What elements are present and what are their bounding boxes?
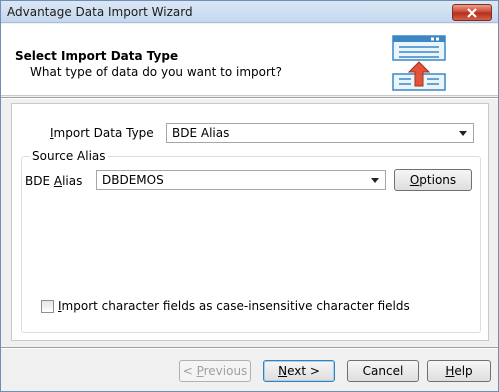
close-icon [467, 8, 477, 18]
import-type-value: BDE Alias [172, 126, 230, 140]
title-bar[interactable]: Advantage Data Import Wizard [1, 1, 498, 23]
page-subtitle: What type of data do you want to import? [30, 65, 282, 79]
source-alias-legend: Source Alias [30, 149, 108, 163]
options-button[interactable]: Options [394, 169, 472, 191]
import-table-icon [392, 35, 446, 91]
bde-alias-select[interactable]: DBDEMOS [96, 170, 386, 190]
bde-alias-label: BDE Alias [25, 174, 83, 188]
wizard-content: Import Data Type BDE Alias Source Alias … [11, 103, 489, 341]
page-title: Select Import Data Type [15, 49, 179, 63]
wizard-header: Select Import Data Type What type of dat… [1, 24, 498, 96]
chevron-down-icon[interactable] [371, 178, 379, 183]
import-type-select[interactable]: BDE Alias [166, 123, 474, 143]
chevron-down-icon[interactable] [459, 131, 467, 136]
previous-button[interactable]: < Previous [179, 360, 251, 382]
next-button[interactable]: Next > [263, 360, 335, 382]
cancel-button[interactable]: Cancel [347, 360, 419, 382]
import-type-label: Import Data Type [50, 126, 154, 140]
case-insensitive-label[interactable]: Import character fields as case-insensit… [58, 299, 410, 313]
help-button[interactable]: Help [427, 360, 491, 382]
wizard-window: Advantage Data Import Wizard Select Impo… [0, 0, 499, 392]
window-title: Advantage Data Import Wizard [7, 5, 193, 19]
close-button[interactable] [452, 4, 492, 21]
header-separator [1, 97, 498, 99]
case-insensitive-checkbox[interactable] [41, 300, 54, 313]
bde-alias-value: DBDEMOS [102, 173, 164, 187]
footer-separator [1, 347, 498, 349]
